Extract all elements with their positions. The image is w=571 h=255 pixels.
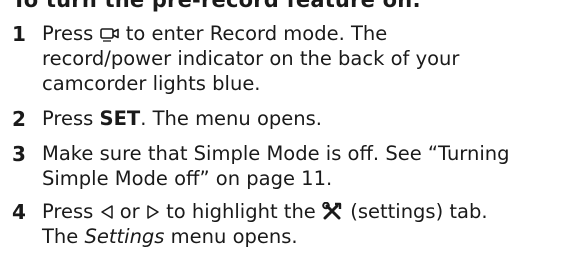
step-text-line-2: Simple Mode off” on page 11. xyxy=(42,167,333,190)
step-text: Press to enter Record mode. The record/p… xyxy=(42,21,567,96)
step-number: 3 xyxy=(12,142,26,166)
set-button-label: SET xyxy=(99,107,141,130)
step-text-or: or xyxy=(119,200,140,223)
step-text-before-icon: Press xyxy=(42,22,94,45)
settings-menu-name: Settings xyxy=(84,225,165,248)
step-text-line-2-after: menu opens. xyxy=(170,225,298,248)
step-text: Make sure that Simple Mode is off. See “… xyxy=(42,141,567,191)
step-text: Press SET. The menu opens. xyxy=(42,106,567,131)
step-text-line-3: camcorder lights blue. xyxy=(42,72,261,95)
step-number: 4 xyxy=(12,200,26,224)
instruction-page: To turn the pre-record feature on: 1 Pre… xyxy=(0,0,571,255)
step-2: 2 Press SET. The menu opens. xyxy=(0,106,571,136)
section-heading: To turn the pre-record feature on: xyxy=(12,0,421,12)
step-text-line-2: record/power indicator on the back of yo… xyxy=(42,47,460,70)
step-text: Press or to highlight the (settings) tab… xyxy=(42,199,567,249)
step-text-before-left: Press xyxy=(42,200,94,223)
step-1: 1 Press to enter Record mode. The record… xyxy=(0,21,571,101)
settings-tools-icon xyxy=(322,202,344,220)
step-text-line-1: Make sure that Simple Mode is off. See “… xyxy=(42,142,510,165)
step-4: 4 Press or to highlight the (settings) t… xyxy=(0,199,571,254)
step-text-after-settings: (settings) tab. xyxy=(350,200,488,223)
step-number: 2 xyxy=(12,107,26,131)
record-mode-icon xyxy=(99,26,120,42)
step-number: 1 xyxy=(12,22,26,46)
left-triangle-icon xyxy=(100,204,114,220)
step-text-line-2-before: The xyxy=(42,225,79,248)
step-text-after-bold: . The menu opens. xyxy=(140,107,322,130)
step-3: 3 Make sure that Simple Mode is off. See… xyxy=(0,141,571,196)
step-text-line-1: to enter Record mode. The xyxy=(125,22,388,45)
right-triangle-icon xyxy=(146,204,160,220)
step-text-highlight: to highlight the xyxy=(166,200,316,223)
step-text-before-bold: Press xyxy=(42,107,94,130)
